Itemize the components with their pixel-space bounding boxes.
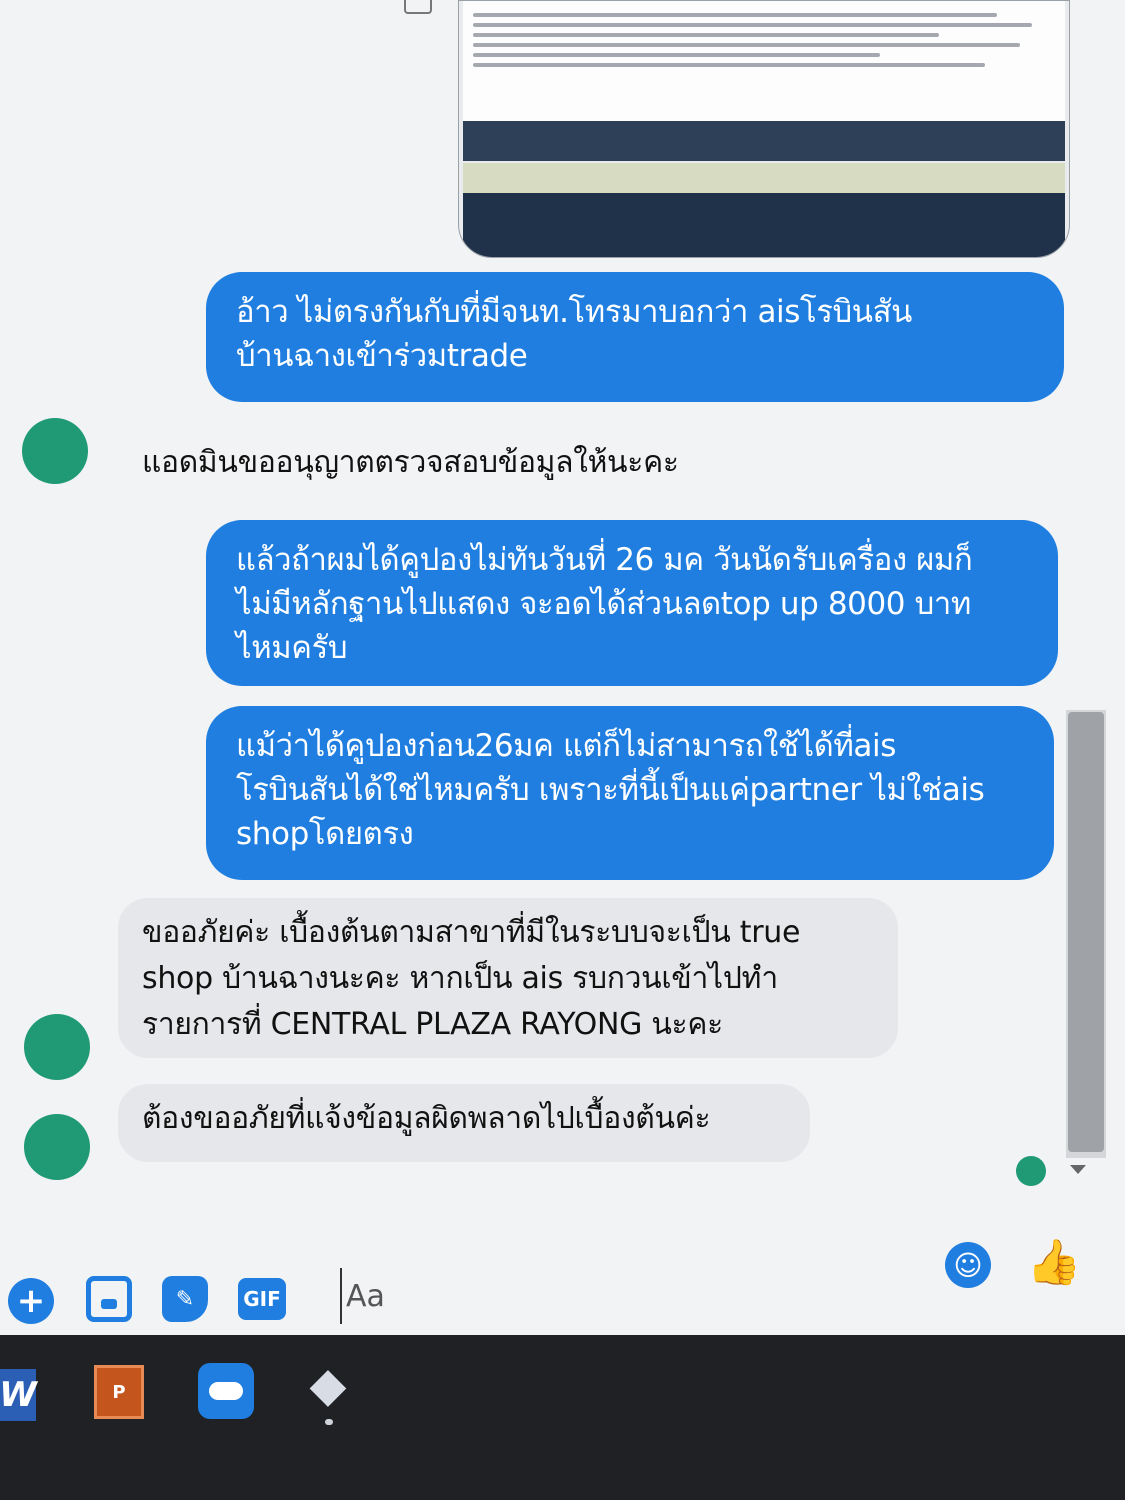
preview-light-bar — [463, 163, 1065, 193]
active-app-indicator — [325, 1419, 333, 1425]
seen-indicator-avatar — [1016, 1156, 1046, 1186]
message-line: บ้านฉางเข้าร่วมtrade — [236, 338, 528, 374]
message-line: อ้าว ไม่ตรงกันกับที่มีจนท.โทรมาบอกว่า ai… — [236, 294, 912, 330]
message-line: shop บ้านฉางนะคะ หากเป็น ais รบกวนเข้าไป… — [142, 961, 778, 996]
avatar[interactable] — [24, 1114, 90, 1180]
message-composer: + ✎ GIF ☺ 👍 — [0, 1230, 1125, 1335]
onedrive-icon[interactable] — [198, 1363, 254, 1419]
powerpoint-icon[interactable]: P — [94, 1365, 144, 1419]
message-line: โรบินสันได้ใช่ไหมครับ เพราะที่นี้เป็นแค่… — [236, 772, 985, 808]
preview-bottom-bar — [463, 193, 1065, 257]
message-line: shopโดยตรง — [236, 816, 414, 852]
attachment-icon[interactable] — [404, 0, 432, 14]
message-input[interactable] — [340, 1268, 900, 1324]
taskbar: W P ◆ — [0, 1335, 1125, 1500]
word-icon[interactable]: W — [0, 1369, 37, 1421]
message-line: แม้ว่าได้คูปองก่อน26มค แต่ก็ไม่สามารถใช้… — [236, 728, 896, 764]
message-bubble-incoming[interactable]: แอดมินขออนุญาตตรวจสอบข้อมูลให้นะคะ — [118, 428, 818, 494]
gif-icon[interactable]: GIF — [238, 1278, 286, 1320]
message-bubble-outgoing[interactable]: แล้วถ้าผมได้คูปองไม่ทันวันที่ 26 มค วันน… — [206, 520, 1058, 686]
message-line: ไหมครับ — [236, 630, 348, 666]
app-icon[interactable]: ◆ — [300, 1357, 356, 1413]
message-line: แอดมินขออนุญาตตรวจสอบข้อมูลให้นะคะ — [142, 445, 679, 480]
avatar[interactable] — [24, 1014, 90, 1080]
like-icon[interactable]: 👍 — [1026, 1234, 1082, 1290]
photo-icon[interactable] — [86, 1276, 132, 1322]
message-bubble-outgoing[interactable]: แม้ว่าได้คูปองก่อน26มค แต่ก็ไม่สามารถใช้… — [206, 706, 1054, 880]
sticker-icon[interactable]: ✎ — [162, 1276, 208, 1322]
scrollbar-thumb[interactable] — [1068, 712, 1104, 1152]
document-preview — [463, 1, 1065, 121]
message-line: รายการที่ CENTRAL PLAZA RAYONG นะคะ — [142, 1007, 723, 1042]
scroll-down-arrow-icon[interactable] — [1070, 1165, 1086, 1174]
plus-icon[interactable]: + — [8, 1278, 54, 1324]
message-line: ขออภัยค่ะ เบื้องต้นตามสาขาที่มีในระบบจะเ… — [142, 915, 801, 950]
message-line: ไม่มีหลักฐานไปแสดง จะอดได้ส่วนลดtop up 8… — [236, 586, 971, 622]
message-line: แล้วถ้าผมได้คูปองไม่ทันวันที่ 26 มค วันน… — [236, 542, 973, 578]
message-bubble-incoming[interactable]: ต้องขออภัยที่แจ้งข้อมูลผิดพลาดไปเบื้องต้… — [118, 1084, 810, 1162]
preview-dark-bar — [463, 121, 1065, 161]
message-line: ต้องขออภัยที่แจ้งข้อมูลผิดพลาดไปเบื้องต้… — [142, 1101, 711, 1136]
message-bubble-outgoing[interactable]: อ้าว ไม่ตรงกันกับที่มีจนท.โทรมาบอกว่า ai… — [206, 272, 1064, 402]
chat-window: อ้าว ไม่ตรงกันกับที่มีจนท.โทรมาบอกว่า ai… — [0, 0, 1125, 1335]
gif-label: GIF — [243, 1287, 281, 1311]
avatar[interactable] — [22, 418, 88, 484]
emoji-icon[interactable]: ☺ — [945, 1242, 991, 1288]
shared-screenshot-image[interactable] — [458, 0, 1070, 258]
cloud-icon — [209, 1382, 243, 1400]
message-bubble-incoming[interactable]: ขออภัยค่ะ เบื้องต้นตามสาขาที่มีในระบบจะเ… — [118, 898, 898, 1058]
